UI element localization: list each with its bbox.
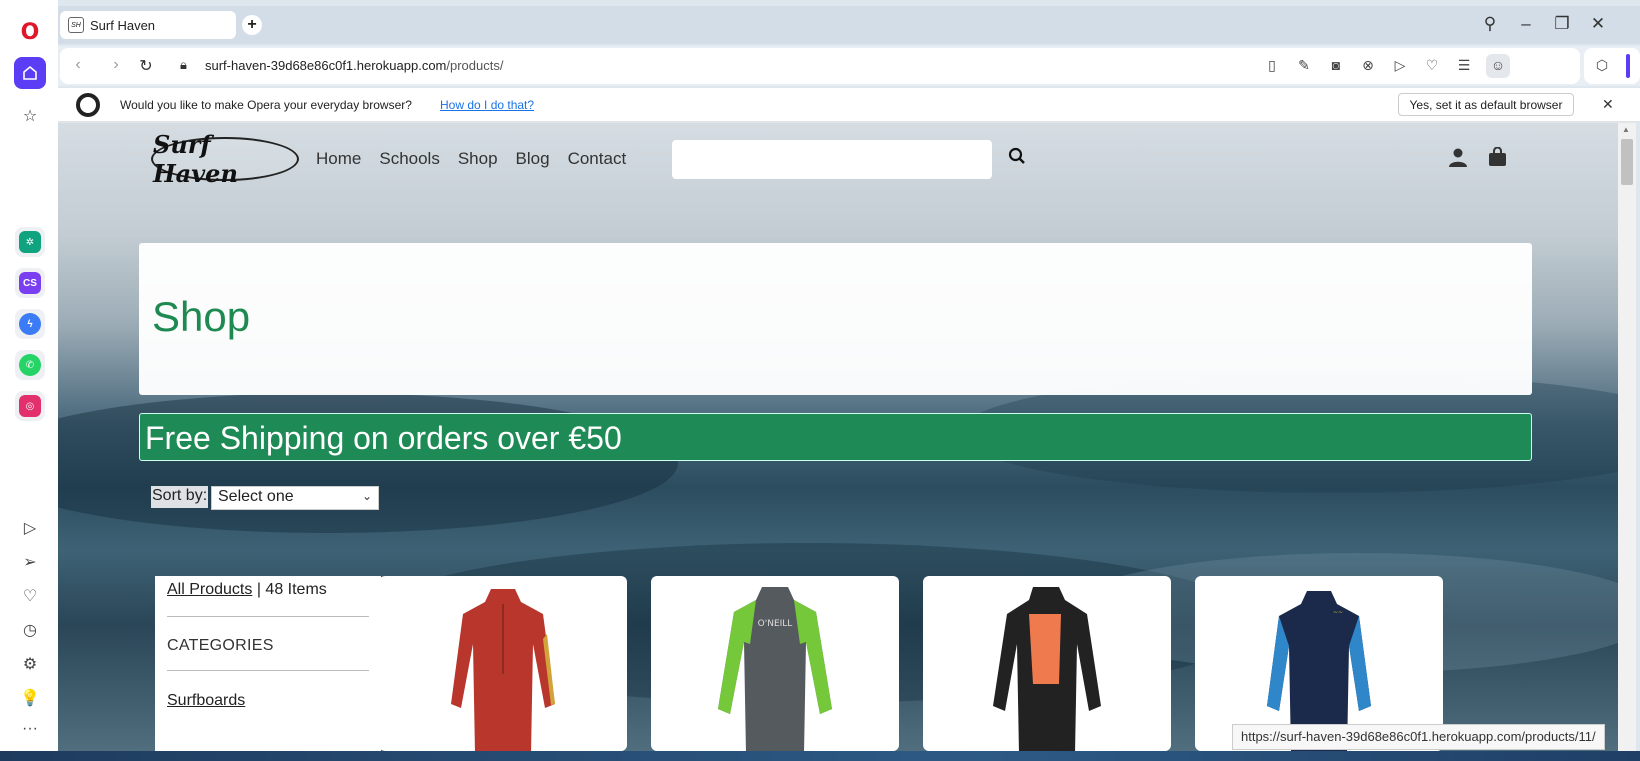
url-path: /products/ bbox=[446, 58, 504, 73]
sort-select[interactable]: Select one ⌄ bbox=[211, 486, 379, 510]
adblock-icon[interactable]: ⊗ bbox=[1358, 57, 1378, 74]
extensions-cube-icon[interactable]: ⬡ bbox=[1592, 57, 1612, 74]
search-icon[interactable] bbox=[1008, 147, 1026, 170]
star-icon[interactable]: ☆ bbox=[14, 100, 46, 132]
page-scrollbar[interactable]: ▲ bbox=[1618, 123, 1636, 751]
minimize-icon[interactable]: – bbox=[1514, 14, 1538, 34]
product-card[interactable] bbox=[379, 576, 627, 751]
site-nav: Home Schools Shop Blog Contact bbox=[316, 149, 626, 169]
opera-logo-icon bbox=[76, 93, 100, 117]
default-browser-bar: Would you like to make Opera your everyd… bbox=[58, 88, 1640, 122]
forward-icon[interactable]: › bbox=[106, 56, 126, 74]
all-products-summary: All Products | 48 Items bbox=[167, 581, 327, 599]
nav-home[interactable]: Home bbox=[316, 149, 361, 169]
divider bbox=[167, 670, 369, 671]
category-link-surfboards[interactable]: Surfboards bbox=[167, 692, 245, 710]
sort-selected-value: Select one bbox=[218, 488, 294, 505]
close-window-icon[interactable]: ✕ bbox=[1586, 14, 1610, 34]
desktop-taskbar bbox=[0, 751, 1640, 761]
reader-icon[interactable]: ▯ bbox=[1262, 57, 1282, 74]
account-icon[interactable] bbox=[1448, 147, 1468, 173]
address-bar: ‹ › ↻ 🔒︎ surf-haven-39d68e86c0f1.herokua… bbox=[58, 46, 1640, 86]
whatsapp-icon[interactable]: ✆ bbox=[15, 350, 45, 380]
restore-icon[interactable]: ❐ bbox=[1550, 14, 1574, 34]
green-grey-wetsuit-image: O'NEILL bbox=[718, 587, 832, 751]
shopping-bag-icon[interactable] bbox=[1488, 146, 1507, 173]
free-shipping-text: Free Shipping on orders over €50 bbox=[145, 420, 622, 456]
scroll-up-icon[interactable]: ▲ bbox=[1622, 125, 1630, 134]
url-domain: surf-haven-39d68e86c0f1.herokuapp.com bbox=[205, 58, 447, 73]
lock-icon[interactable]: 🔒︎ bbox=[180, 57, 187, 73]
sort-label: Sort by: bbox=[151, 486, 209, 508]
nav-contact[interactable]: Contact bbox=[568, 149, 627, 169]
send-icon[interactable]: ➢ bbox=[14, 546, 46, 578]
opera-logo-icon[interactable]: O bbox=[14, 16, 46, 48]
how-do-i-link[interactable]: How do I do that? bbox=[440, 98, 534, 112]
search-input[interactable] bbox=[672, 140, 992, 179]
nav-blog[interactable]: Blog bbox=[516, 149, 550, 169]
chevron-down-icon: ⌄ bbox=[361, 489, 372, 503]
nav-schools[interactable]: Schools bbox=[379, 149, 439, 169]
bookmark-heart-icon[interactable]: ♡ bbox=[1422, 57, 1442, 74]
flow-send-icon[interactable]: ▷ bbox=[1390, 57, 1410, 74]
link-status-url: https://surf-haven-39d68e86c0f1.herokuap… bbox=[1232, 724, 1605, 750]
nav-shop[interactable]: Shop bbox=[458, 149, 498, 169]
reload-icon[interactable]: ↻ bbox=[136, 56, 156, 76]
infobar-text: Would you like to make Opera your everyd… bbox=[120, 98, 412, 112]
free-shipping-banner: Free Shipping on orders over €50 bbox=[139, 413, 1532, 461]
messenger-icon[interactable]: ϟ bbox=[15, 309, 45, 339]
tab-surf-haven[interactable]: SH Surf Haven bbox=[60, 11, 236, 39]
edit-icon[interactable]: ✎ bbox=[1294, 57, 1314, 74]
search-tabs-icon[interactable]: ⚲ bbox=[1478, 14, 1502, 34]
categories-heading: CATEGORIES bbox=[167, 637, 274, 654]
bulb-icon[interactable]: 💡 bbox=[14, 682, 46, 714]
page-header-box: Shop bbox=[139, 243, 1532, 395]
page-title: Shop bbox=[152, 293, 251, 340]
player-icon[interactable]: ▷ bbox=[14, 512, 46, 544]
red-wetsuit-image bbox=[451, 589, 555, 751]
chatgpt-icon[interactable]: ✲ bbox=[15, 227, 45, 257]
page-viewport: Surf Haven Home Schools Shop Blog Contac… bbox=[58, 123, 1618, 751]
all-products-link[interactable]: All Products bbox=[167, 581, 252, 598]
product-card[interactable]: O'NEILL bbox=[651, 576, 899, 751]
set-default-button[interactable]: Yes, set it as default browser bbox=[1398, 93, 1574, 116]
divider bbox=[167, 616, 369, 617]
site-logo[interactable]: Surf Haven bbox=[151, 130, 299, 188]
address-field[interactable]: ‹ › ↻ 🔒︎ surf-haven-39d68e86c0f1.herokua… bbox=[60, 48, 1580, 84]
crypto-icon[interactable]: CS bbox=[15, 268, 45, 298]
profile-icon[interactable]: ☺ bbox=[1486, 54, 1510, 78]
url-text[interactable]: surf-haven-39d68e86c0f1.herokuapp.com/pr… bbox=[205, 58, 503, 73]
tab-title: Surf Haven bbox=[90, 17, 156, 33]
opera-sidebar: O ☆ ✲ CS ϟ ✆ ◎ ▷ ➢ ♡ ◷ ⚙ 💡 ··· bbox=[0, 0, 58, 761]
home-icon[interactable] bbox=[14, 57, 46, 89]
back-icon[interactable]: ‹ bbox=[68, 56, 88, 74]
product-card[interactable] bbox=[923, 576, 1171, 751]
close-icon[interactable]: ✕ bbox=[1602, 96, 1614, 113]
svg-text:O'NEILL: O'NEILL bbox=[758, 619, 793, 629]
extensions-area: ⬡ bbox=[1584, 48, 1640, 84]
camera-icon[interactable]: ◙ bbox=[1326, 57, 1346, 73]
more-icon[interactable]: ··· bbox=[14, 713, 46, 745]
tab-bar: SH Surf Haven + ⚲ – ❐ ✕ bbox=[58, 6, 1640, 44]
filter-panel: All Products | 48 Items CATEGORIES Surfb… bbox=[155, 576, 381, 751]
instagram-icon[interactable]: ◎ bbox=[15, 391, 45, 421]
scroll-thumb[interactable] bbox=[1621, 139, 1633, 185]
easy-setup-icon[interactable]: ☰ bbox=[1454, 57, 1474, 74]
item-count: | 48 Items bbox=[252, 581, 327, 598]
history-icon[interactable]: ◷ bbox=[14, 614, 46, 646]
svg-text:~~: ~~ bbox=[1333, 609, 1343, 616]
sidebar-toggle-indicator[interactable] bbox=[1626, 54, 1630, 78]
heart-icon[interactable]: ♡ bbox=[14, 580, 46, 612]
black-orange-wetsuit-image bbox=[993, 587, 1101, 751]
new-tab-button[interactable]: + bbox=[242, 15, 262, 35]
settings-icon[interactable]: ⚙ bbox=[14, 648, 46, 680]
site-favicon-icon: SH bbox=[68, 17, 84, 33]
